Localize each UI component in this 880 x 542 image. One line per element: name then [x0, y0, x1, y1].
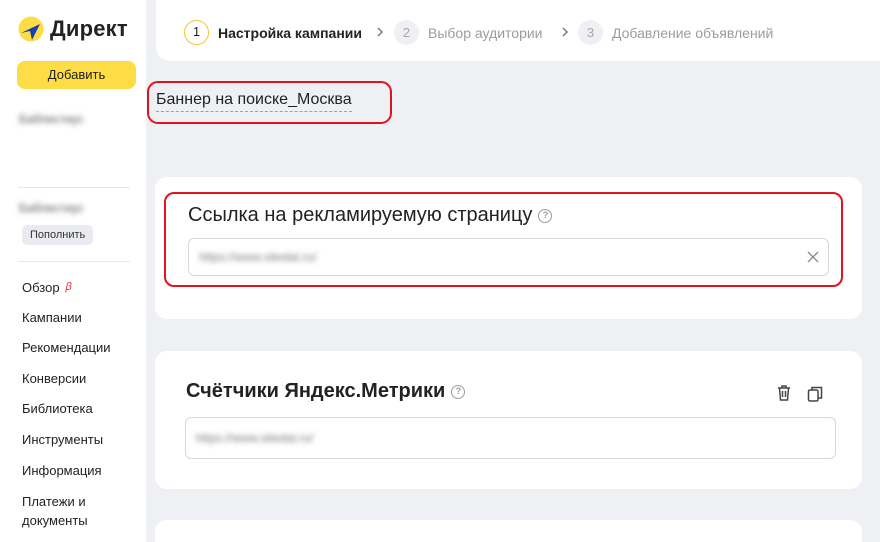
- sidebar-item-library[interactable]: Библиотека: [22, 400, 142, 431]
- step-number: 2: [394, 20, 419, 45]
- step-campaign-settings[interactable]: 1 Настройка кампании: [184, 20, 362, 45]
- sidebar-item-recommendations[interactable]: Рекомендации: [22, 339, 142, 370]
- account-name: Баблистиус: [19, 112, 84, 126]
- add-button[interactable]: Добавить: [17, 61, 136, 89]
- highlight-outline: [164, 192, 843, 287]
- sidebar-nav: Обзор β Кампании Рекомендации Конверсии Б…: [22, 278, 142, 528]
- sidebar-item-conversions[interactable]: Конверсии: [22, 370, 142, 401]
- sidebar-item-information[interactable]: Информация: [22, 462, 142, 493]
- step-label: Настройка кампании: [218, 24, 362, 41]
- metrika-input-value: https://www.sitedat.ru/: [196, 431, 314, 445]
- step-ads[interactable]: 3 Добавление объявлений: [578, 20, 773, 45]
- divider: [18, 187, 130, 188]
- help-icon[interactable]: ?: [451, 384, 466, 399]
- stepper: 1 Настройка кампании 2 Выбор аудитории 3…: [156, 0, 880, 61]
- step-label: Выбор аудитории: [428, 24, 543, 41]
- logo[interactable]: Директ: [18, 16, 128, 42]
- step-audience[interactable]: 2 Выбор аудитории: [394, 20, 543, 45]
- chevron-right-icon: [562, 27, 569, 37]
- metrika-input[interactable]: https://www.sitedat.ru/: [185, 417, 836, 459]
- metrika-card: Счётчики Яндекс.Метрики ? https://www.si…: [155, 351, 862, 489]
- divider: [18, 261, 130, 262]
- sidebar-item-tools[interactable]: Инструменты: [22, 431, 142, 462]
- topup-button[interactable]: Пополнить: [22, 225, 94, 245]
- sidebar-item-payments[interactable]: Платежи и документы: [22, 492, 142, 528]
- sidebar-item-label: Обзор: [22, 280, 60, 295]
- sidebar-item-campaigns[interactable]: Кампании: [22, 309, 142, 340]
- sidebar-item-overview[interactable]: Обзор β: [22, 278, 142, 309]
- next-card: [155, 520, 862, 542]
- step-label: Добавление объявлений: [612, 24, 774, 41]
- direct-logo-icon: [18, 16, 44, 42]
- beta-badge: β: [65, 281, 72, 293]
- sidebar: Директ Добавить Баблистиус Баблистиус По…: [0, 0, 146, 542]
- copy-icon[interactable]: [807, 385, 823, 403]
- step-number: 3: [578, 20, 603, 45]
- step-number: 1: [184, 20, 209, 45]
- trash-icon[interactable]: [776, 384, 792, 402]
- logo-text: Директ: [50, 16, 128, 41]
- metrika-section-title: Счётчики Яндекс.Метрики ?: [186, 380, 466, 403]
- metrika-title-text: Счётчики Яндекс.Метрики: [186, 380, 446, 402]
- account-name-secondary: Баблистиус: [19, 201, 84, 215]
- chevron-right-icon: [377, 27, 384, 37]
- highlight-outline: [147, 81, 392, 124]
